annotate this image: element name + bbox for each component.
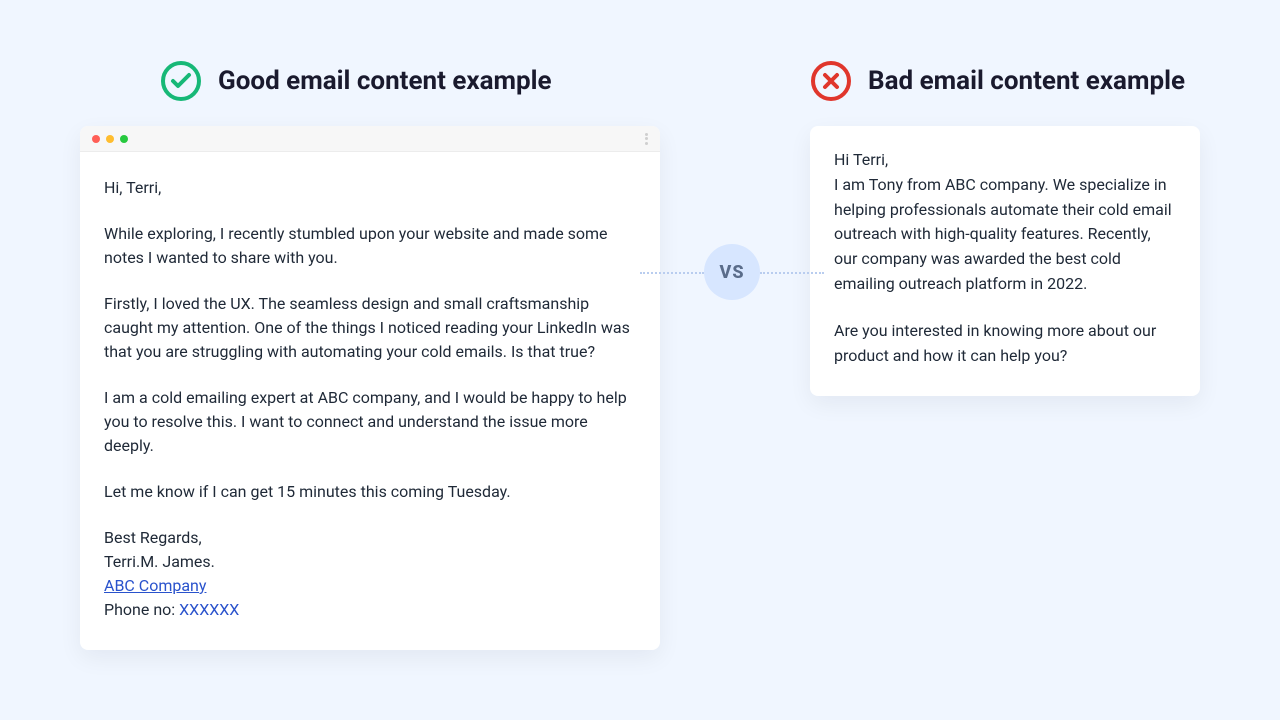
- vs-dotted-line-right: [760, 272, 824, 274]
- window-chrome: [80, 126, 660, 152]
- vs-dotted-line-left: [640, 272, 704, 274]
- traffic-light-close-icon: [92, 135, 100, 143]
- comparison-canvas: Good email content example Hi, Terri, Wh…: [0, 0, 1280, 720]
- bad-heading: Bad email content example: [810, 60, 1200, 102]
- good-phone-line: Phone no: XXXXXX: [104, 598, 636, 622]
- good-para-1: While exploring, I recently stumbled upo…: [104, 222, 636, 270]
- kebab-icon: [645, 133, 648, 145]
- good-para-2: Firstly, I loved the UX. The seamless de…: [104, 292, 636, 364]
- company-link[interactable]: ABC Company: [104, 576, 206, 595]
- traffic-light-zoom-icon: [120, 135, 128, 143]
- bad-email-body: Hi Terri, I am Tony from ABC company. We…: [810, 126, 1200, 396]
- good-para-3: I am a cold emailing expert at ABC compa…: [104, 386, 636, 458]
- good-column: Good email content example Hi, Terri, Wh…: [80, 60, 660, 650]
- good-para-4: Let me know if I can get 15 minutes this…: [104, 480, 636, 504]
- bad-para-2: Are you interested in knowing more about…: [834, 319, 1176, 369]
- bad-para-1: I am Tony from ABC company. We specializ…: [834, 173, 1176, 297]
- good-signoff: Best Regards,: [104, 526, 636, 550]
- good-greeting: Hi, Terri,: [104, 176, 636, 200]
- good-heading-text: Good email content example: [218, 66, 552, 96]
- phone-label: Phone no:: [104, 600, 179, 619]
- bad-column: Bad email content example Hi Terri, I am…: [810, 60, 1200, 396]
- x-circle-icon: [810, 60, 852, 102]
- good-email-card: Hi, Terri, While exploring, I recently s…: [80, 126, 660, 650]
- bad-email-card: Hi Terri, I am Tony from ABC company. We…: [810, 126, 1200, 396]
- bad-greeting: Hi Terri,: [834, 148, 1176, 173]
- good-signature-name: Terri.M. James.: [104, 550, 636, 574]
- good-email-body: Hi, Terri, While exploring, I recently s…: [80, 152, 660, 650]
- phone-value: XXXXXX: [179, 600, 239, 619]
- vs-badge: VS: [704, 244, 760, 300]
- good-heading: Good email content example: [160, 60, 660, 102]
- traffic-light-minimize-icon: [106, 135, 114, 143]
- check-circle-icon: [160, 60, 202, 102]
- vs-separator: VS: [704, 244, 760, 300]
- bad-heading-text: Bad email content example: [868, 66, 1185, 96]
